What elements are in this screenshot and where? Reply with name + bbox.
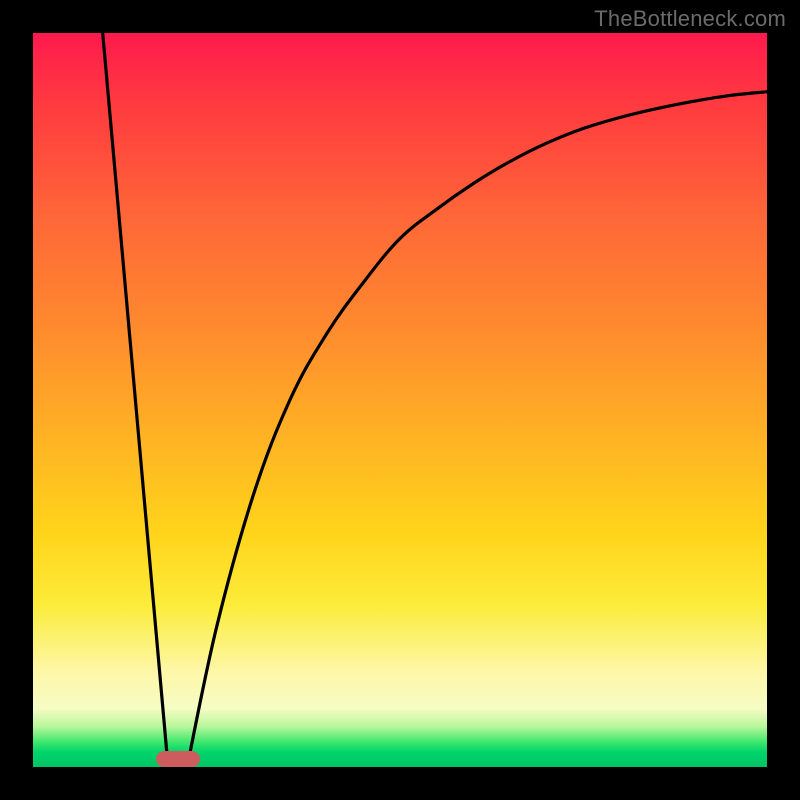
chart-frame: TheBottleneck.com <box>0 0 800 800</box>
plot-area <box>33 33 767 767</box>
curves-svg <box>33 33 767 767</box>
left-branch-path <box>103 33 168 767</box>
bottleneck-marker <box>156 751 200 767</box>
right-branch-path <box>187 92 767 767</box>
watermark-text: TheBottleneck.com <box>594 6 786 32</box>
